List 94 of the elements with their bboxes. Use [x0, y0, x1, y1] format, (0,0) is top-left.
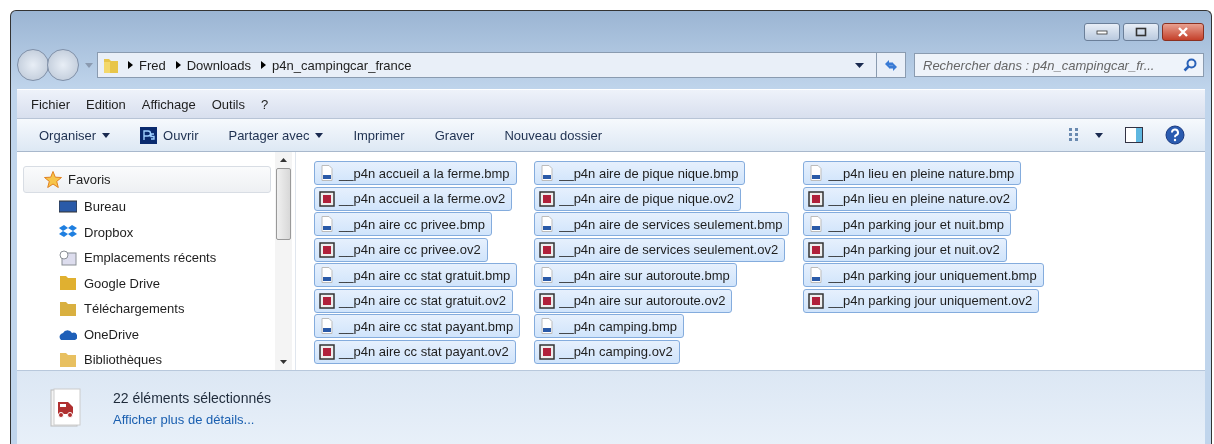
selection-summary: 22 éléments sélectionnés — [113, 389, 271, 406]
breadcrumb[interactable]: Fred — [139, 57, 166, 73]
menu-item[interactable]: Affichage — [141, 96, 196, 112]
search-field[interactable]: Rechercher dans : p4n_campingcar_fr... — [914, 53, 1204, 77]
file-item[interactable]: __p4n accueil a la ferme.ov2 — [314, 186, 513, 211]
minimize-icon — [1096, 29, 1108, 35]
toolbar-button[interactable]: Organiser — [37, 123, 113, 147]
file-item[interactable]: __p4n lieu en pleine nature.bmp — [803, 161, 1022, 185]
file-item[interactable]: __p4n aire sur autoroute.bmp — [534, 263, 737, 287]
close-button[interactable] — [1162, 23, 1204, 41]
dropdown-caret-icon[interactable] — [855, 62, 864, 68]
photoshop-file-icon — [539, 165, 556, 181]
file-item[interactable]: __p4n aire cc privee.bmp — [314, 212, 492, 236]
preview-pane-icon[interactable] — [1125, 127, 1143, 143]
file-item[interactable]: __p4n accueil a la ferme.bmp — [314, 161, 517, 185]
sidebar-item[interactable]: Emplacements récents — [23, 245, 275, 271]
photoshop-file-icon — [319, 267, 335, 283]
sidebar-item[interactable]: Téléchargements — [23, 296, 275, 322]
file-item[interactable]: __p4n camping.bmp — [534, 314, 684, 338]
breadcrumb[interactable]: Downloads — [186, 57, 252, 73]
file-item[interactable]: __p4n camping.ov2 — [534, 339, 680, 364]
image-file-icon — [319, 190, 335, 207]
scrollbar[interactable] — [275, 152, 292, 370]
image-file-icon — [319, 241, 335, 258]
file-item[interactable]: __p4n aire cc stat payant.bmp — [314, 314, 521, 338]
toolbar-button[interactable]: Nouveau dossier — [502, 123, 604, 147]
sidebar-item[interactable]: Google Drive — [23, 270, 275, 296]
photoshop-file-icon — [319, 216, 335, 232]
toolbar-button[interactable]: Imprimer — [351, 123, 407, 147]
more-details-link[interactable]: Afficher plus de détails... — [113, 411, 271, 427]
image-file-icon — [539, 190, 556, 207]
maximize-button[interactable] — [1123, 23, 1159, 41]
help-icon[interactable] — [1165, 125, 1185, 145]
sidebar-item[interactable]: Bibliothèques — [23, 347, 275, 373]
file-item[interactable]: __p4n aire de pique nique.ov2 — [534, 186, 742, 211]
file-item[interactable]: __p4n parking jour uniquement.ov2 — [803, 288, 1040, 313]
file-item[interactable]: __p4n aire cc stat gratuit.ov2 — [314, 288, 513, 313]
photoshop-file-icon — [539, 267, 556, 283]
file-item[interactable]: __p4n aire cc privee.ov2 — [314, 237, 488, 262]
scroll-up-icon[interactable] — [280, 158, 287, 162]
image-file-icon — [539, 292, 556, 309]
image-file-icon — [319, 343, 335, 360]
sidebar-item[interactable]: Dropbox — [23, 219, 275, 245]
image-file-icon — [539, 343, 556, 360]
breadcrumb-arrow-icon[interactable] — [261, 61, 267, 69]
file-item[interactable]: __p4n aire cc stat gratuit.bmp — [314, 263, 518, 287]
file-item[interactable]: __p4n aire de pique nique.bmp — [534, 161, 746, 185]
image-file-icon — [808, 292, 825, 309]
sidebar-item[interactable]: Bureau — [23, 194, 275, 220]
breadcrumb[interactable]: p4n_campingcar_france — [272, 57, 412, 73]
image-file-icon — [808, 190, 825, 207]
file-item[interactable]: __p4n aire de services seulement.ov2 — [534, 237, 786, 262]
favorites-header[interactable]: Favoris — [23, 166, 271, 193]
scroll-down-icon[interactable] — [280, 360, 287, 364]
file-item[interactable]: __p4n parking jour et nuit.bmp — [803, 212, 1012, 236]
menu-item[interactable]: Edition — [86, 96, 126, 112]
toolbar-button[interactable]: Graver — [432, 123, 477, 147]
breadcrumb-arrow-icon[interactable] — [128, 61, 133, 69]
menu-item[interactable]: Outils — [211, 96, 245, 112]
close-icon — [1177, 27, 1189, 37]
photoshop-file-icon — [808, 216, 825, 232]
file-item[interactable]: __p4n aire de services seulement.bmp — [534, 212, 790, 236]
photoshop-file-icon — [319, 318, 335, 334]
photoshop-file-icon — [808, 267, 825, 283]
image-file-icon — [539, 241, 556, 258]
image-file-icon — [319, 292, 335, 309]
photoshop-file-icon — [539, 318, 556, 334]
file-item[interactable]: __p4n parking jour uniquement.bmp — [803, 263, 1044, 287]
refresh-icon — [884, 59, 898, 71]
monitor-icon — [59, 198, 77, 215]
image-file-icon — [808, 241, 825, 258]
file-stack-icon — [49, 388, 83, 428]
menu-item[interactable]: Fichier — [31, 96, 70, 112]
toolbar-button[interactable]: Ouvrir — [138, 122, 201, 148]
search-icon — [1183, 58, 1197, 72]
breadcrumb-arrow-icon[interactable] — [175, 61, 181, 69]
file-item[interactable]: __p4n aire cc stat payant.ov2 — [314, 339, 516, 364]
clock-icon — [59, 249, 77, 266]
photoshop-file-icon — [808, 165, 825, 181]
file-item[interactable]: __p4n lieu en pleine nature.ov2 — [803, 186, 1017, 211]
caret-icon[interactable] — [1095, 132, 1103, 138]
file-item[interactable]: __p4n aire sur autoroute.ov2 — [534, 288, 733, 313]
menu-item[interactable]: ? — [260, 96, 269, 112]
caret-icon — [102, 132, 111, 138]
file-item[interactable]: __p4n parking jour et nuit.ov2 — [803, 237, 1007, 262]
address-bar[interactable]: Fred Downloads p4n_campingcar_france — [97, 52, 906, 78]
photoshop-file-icon — [319, 165, 335, 181]
caret-icon — [315, 132, 324, 138]
photoshop-file-icon — [539, 216, 556, 232]
star-icon — [44, 171, 62, 188]
maximize-icon — [1135, 27, 1147, 37]
photoshop-icon — [140, 126, 158, 144]
toolbar-button[interactable]: Partager avec — [226, 123, 326, 147]
sidebar-item[interactable]: OneDrive — [23, 321, 275, 347]
